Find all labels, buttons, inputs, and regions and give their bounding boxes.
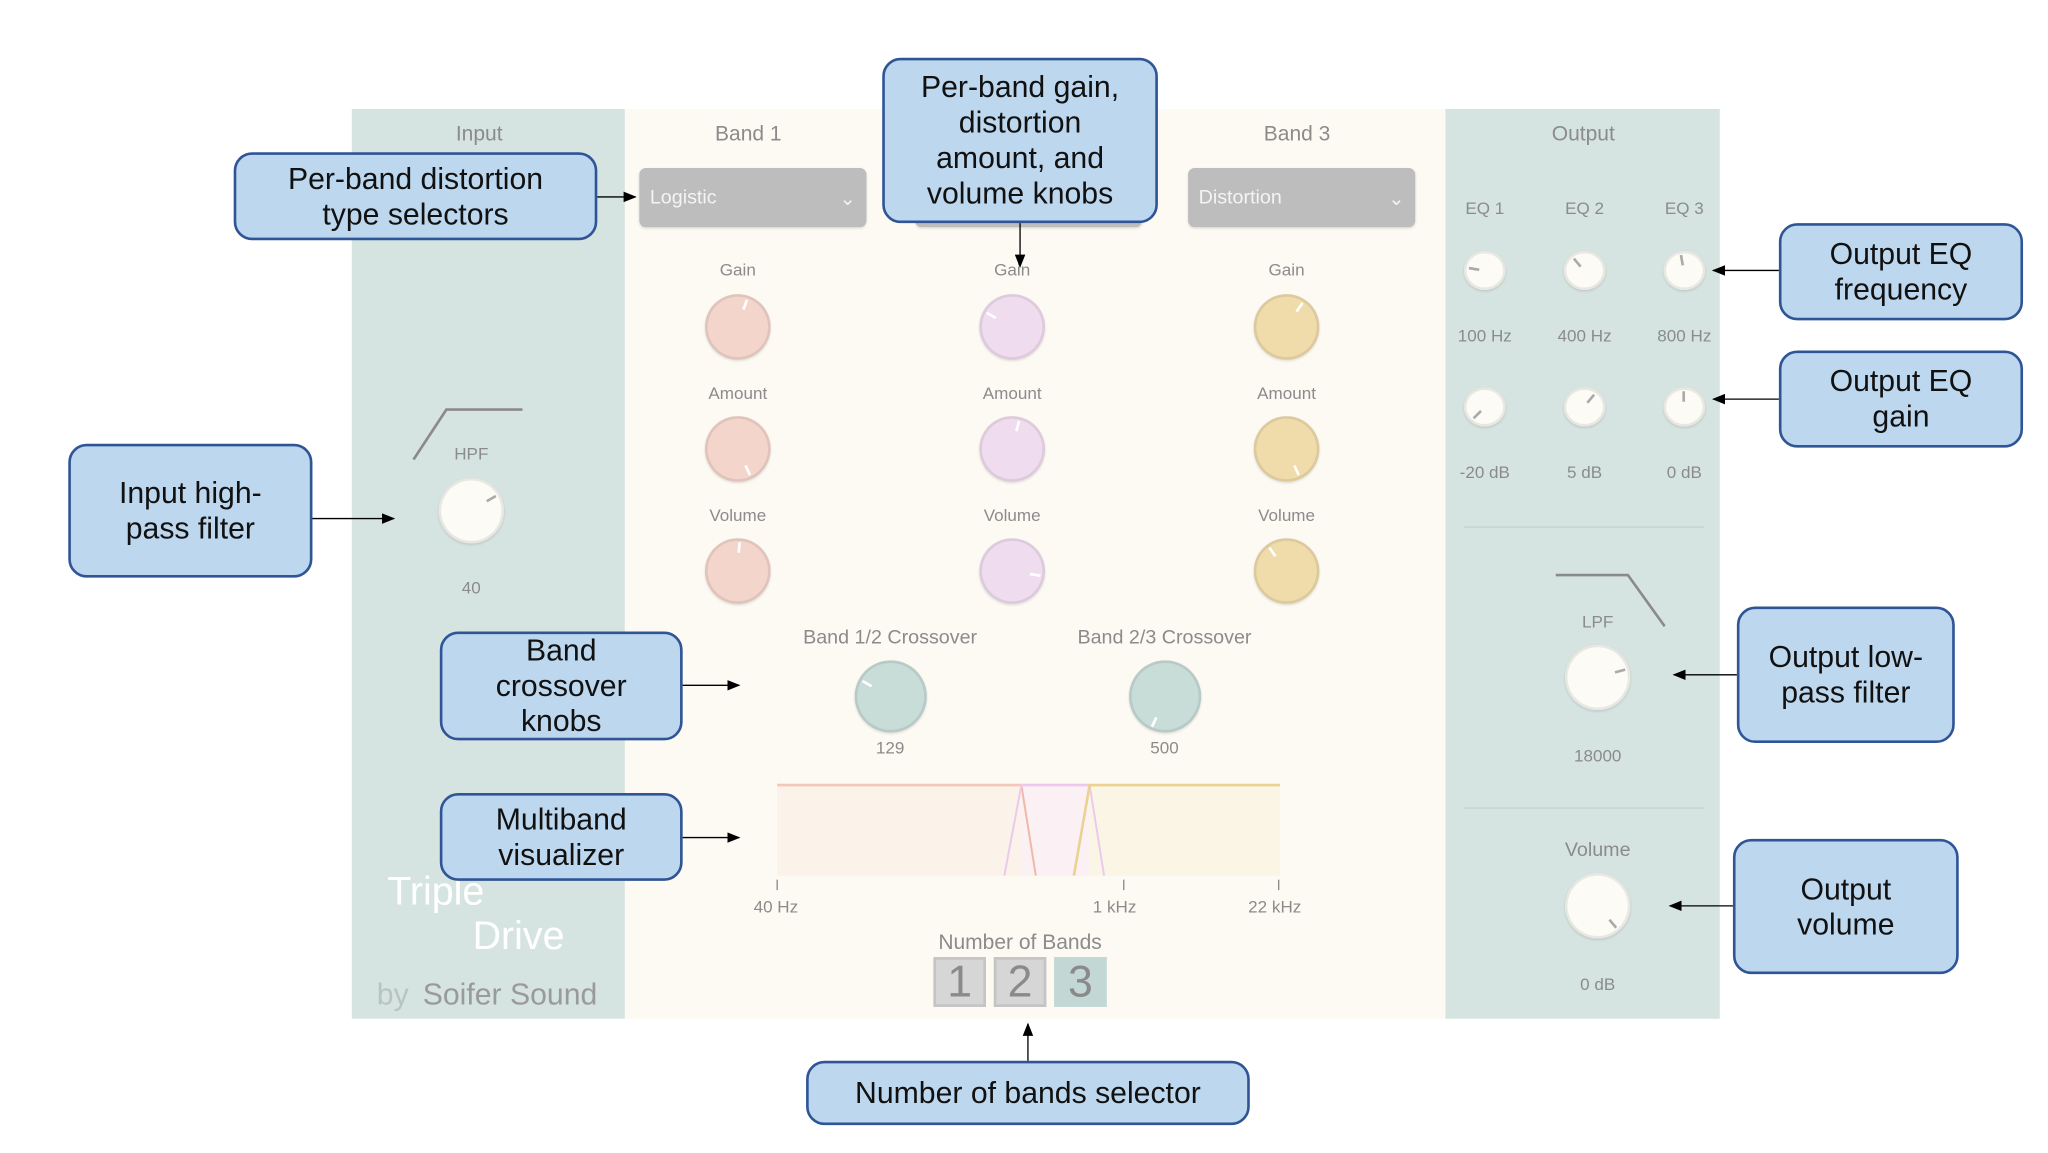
callout-arrows [312,191,1779,1061]
